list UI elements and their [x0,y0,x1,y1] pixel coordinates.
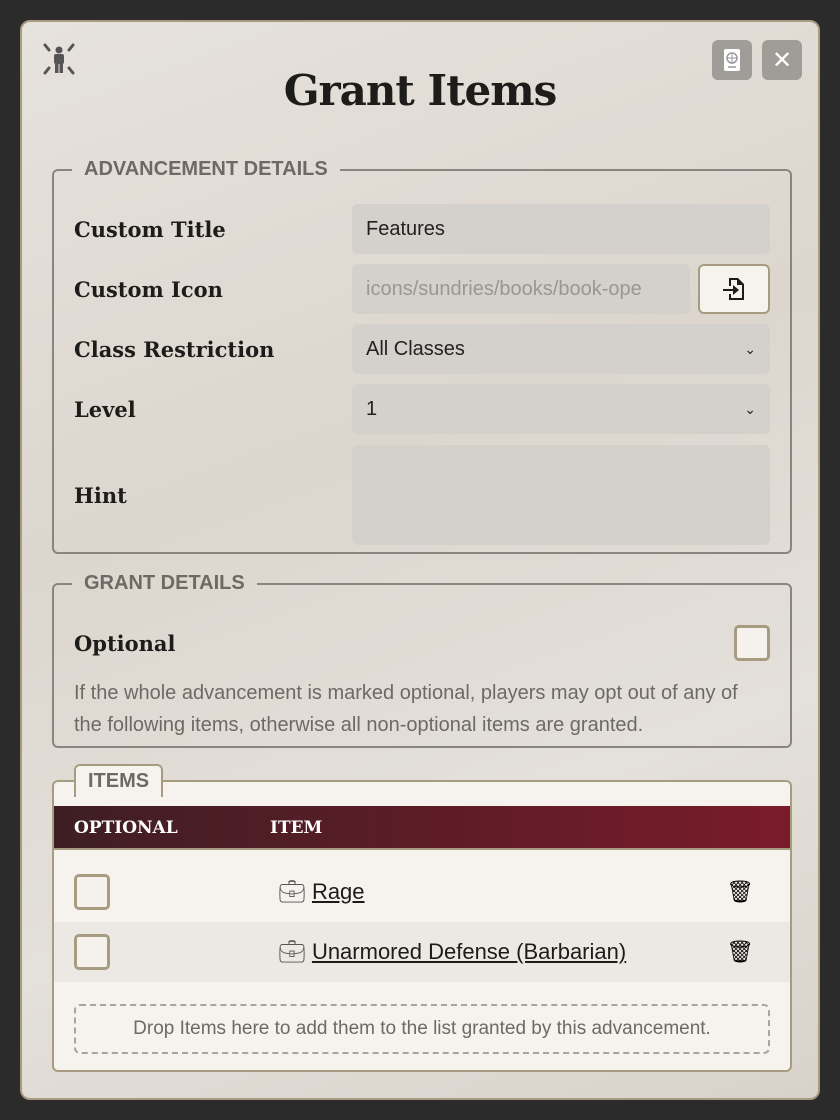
class-restriction-label: Class Restriction [74,336,275,362]
items-section: ITEMS OPTIONAL ITEM 💼︎ Rage 🗑︎ 💼︎ Unarmore… [52,764,792,1072]
custom-icon-input[interactable]: icons/sundries/books/book-ope [352,264,690,314]
passport-globe-icon [724,49,740,71]
class-restriction-value: All Classes [366,337,465,360]
table-row: 💼︎ Unarmored Defense (Barbarian) 🗑︎ [54,922,790,982]
grant-details: GRANT DETAILS Optional If the whole adva… [52,572,792,748]
level-value: 1 [366,397,378,420]
drop-zone[interactable]: Drop Items here to add them to the list … [74,1004,770,1054]
item-link[interactable]: Unarmored Defense (Barbarian) [312,939,626,965]
item-link[interactable]: Rage [312,879,365,905]
window-title: Grant Items [283,66,558,115]
optional-checkbox[interactable] [734,625,770,661]
level-select[interactable]: 1 ⌄ [352,384,770,434]
optional-label: Optional [74,630,176,656]
trash-icon[interactable]: 🗑︎ [726,939,754,965]
chevron-down-icon: ⌄ [744,340,756,357]
column-optional: OPTIONAL [74,818,178,838]
file-import-icon [723,278,744,300]
item-optional-checkbox[interactable] [74,934,110,970]
items-tab: ITEMS [74,764,164,797]
custom-title-input[interactable]: Features [352,204,770,254]
grant-details-legend: GRANT DETAILS [84,572,245,594]
grant-items-window: Grant Items ✕ ADVANCEMENT DETAILS Custom… [20,20,820,1100]
level-label: Level [74,396,136,422]
trash-icon[interactable]: 🗑︎ [726,879,754,905]
table-row: 💼︎ Rage 🗑︎ [54,862,790,922]
chevron-down-icon: ⌄ [744,400,756,417]
hint-textarea[interactable] [352,445,770,545]
hint-label: Hint [74,482,127,508]
custom-icon-label: Custom Icon [74,276,223,302]
advancement-details-legend: ADVANCEMENT DETAILS [84,158,328,180]
close-icon: ✕ [771,46,793,74]
close-button[interactable]: ✕ [762,40,802,80]
optional-hint: If the whole advancement is marked optio… [74,682,738,736]
suitcase-icon: 💼︎ [278,879,306,904]
suitcase-icon: 💼︎ [278,939,306,964]
class-restriction-select[interactable]: All Classes ⌄ [352,324,770,374]
sheet-config-button[interactable] [712,40,752,80]
item-optional-checkbox[interactable] [74,874,110,910]
file-picker-button[interactable] [698,264,770,314]
column-item: ITEM [270,818,323,838]
custom-title-label: Custom Title [74,216,226,242]
items-table-header: OPTIONAL ITEM [54,806,790,850]
advancement-details: ADVANCEMENT DETAILS Custom Title Features… [52,158,792,554]
